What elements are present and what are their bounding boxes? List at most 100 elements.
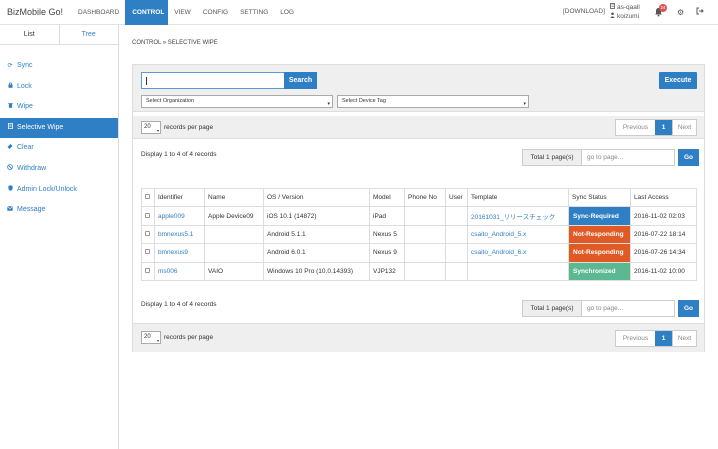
- logout-icon[interactable]: [696, 7, 704, 17]
- identifier-link[interactable]: ms006: [154, 261, 205, 281]
- col-user[interactable]: User: [445, 187, 468, 208]
- search-input[interactable]: [141, 72, 288, 89]
- nav-control[interactable]: CONTROL: [125, 0, 169, 25]
- nav-config[interactable]: CONFIG: [197, 0, 234, 25]
- col-last-access[interactable]: Last Access: [630, 187, 697, 208]
- previous-page-button[interactable]: Previous: [616, 331, 655, 346]
- table-row: ms006 VAIO Windows 10 Pro (10.0.14393) V…: [141, 261, 697, 281]
- row-select-cell[interactable]: [141, 243, 155, 263]
- user-block[interactable]: as-qaall koizumi: [610, 3, 640, 28]
- status-badge: Not-Responding: [568, 243, 631, 263]
- col-identifier[interactable]: Identifier: [154, 187, 205, 208]
- select-all-cell[interactable]: [141, 187, 155, 208]
- template-link[interactable]: csaito_Android_5.x: [467, 224, 569, 245]
- sidebar-item-sync[interactable]: ⟳ Sync: [0, 56, 118, 77]
- total-pages-label: Total 1 page(s): [522, 149, 582, 166]
- identifier-link[interactable]: bmnexus5.1: [154, 224, 205, 245]
- goto-page-input[interactable]: go to page...: [582, 300, 675, 317]
- row-select-cell[interactable]: [141, 224, 155, 245]
- phone-no: [404, 206, 446, 226]
- template-link[interactable]: 20161031_リリースチェック: [467, 206, 569, 226]
- col-template[interactable]: Template: [467, 187, 569, 208]
- select-all-checkbox[interactable]: [145, 194, 150, 200]
- col-model[interactable]: Model: [369, 187, 405, 208]
- pagination-top: Previous 1 Next: [615, 119, 697, 136]
- sidebar-item-message[interactable]: Message: [0, 200, 118, 221]
- col-phone[interactable]: Phone No: [404, 187, 446, 208]
- col-os[interactable]: OS / Version: [263, 187, 370, 208]
- goto-page-input[interactable]: go to page...: [582, 149, 675, 166]
- pagination-bottom: Previous 1 Next: [615, 330, 697, 347]
- sidebar-item-label: Lock: [17, 82, 32, 90]
- row-select-cell[interactable]: [141, 206, 155, 226]
- records-per-page-value: 20: [144, 334, 151, 340]
- last-access: 2016-11-02 02:03: [630, 206, 697, 226]
- records-per-page-select[interactable]: 20 ▾: [141, 331, 161, 344]
- row-checkbox[interactable]: [145, 230, 150, 236]
- goto-page-top: Total 1 page(s) go to page... Go: [522, 149, 699, 166]
- model: Nexus 9: [369, 243, 405, 263]
- search-button[interactable]: Search: [284, 72, 317, 89]
- template-link[interactable]: csaito_Android_6.x: [467, 243, 569, 263]
- go-button[interactable]: Go: [678, 149, 699, 166]
- previous-page-button[interactable]: Previous: [616, 120, 655, 135]
- nav-log[interactable]: LOG: [274, 0, 300, 25]
- current-page-button[interactable]: 1: [655, 331, 672, 346]
- current-page-button[interactable]: 1: [655, 120, 672, 135]
- sidebar-item-withdraw[interactable]: Withdraw: [0, 159, 118, 180]
- sidebar-item-clear[interactable]: Clear: [0, 138, 118, 159]
- app-brand[interactable]: BizMobile Go!: [7, 7, 63, 17]
- row-checkbox[interactable]: [145, 267, 150, 273]
- col-sync-status[interactable]: Sync Status: [568, 187, 631, 208]
- records-per-page-label: records per page: [164, 124, 214, 131]
- sidebar-item-label: Message: [17, 206, 46, 214]
- nav-view[interactable]: VIEW: [168, 0, 197, 25]
- sidebar-item-label: Clear: [17, 144, 34, 152]
- sidebar-item-label: Sync: [17, 62, 33, 69]
- organization-select[interactable]: Select Organization ▾: [141, 95, 333, 108]
- sidebar-item-admin-lock[interactable]: Admin Lock/Unlock: [0, 180, 118, 201]
- col-name[interactable]: Name: [204, 187, 264, 208]
- records-per-page-value: 20: [144, 124, 151, 130]
- lock-icon: [7, 77, 13, 98]
- device-tag-select[interactable]: Select Device Tag ▾: [337, 95, 529, 108]
- phone-no: [404, 224, 446, 245]
- ban-icon: [7, 159, 13, 180]
- download-link[interactable]: [DOWNLOAD]: [563, 8, 605, 33]
- device-table: Identifier Name OS / Version Model Phone…: [141, 187, 697, 281]
- records-per-page: 20 ▾ records per page: [141, 331, 213, 344]
- identifier-link[interactable]: bmnexus9: [154, 243, 205, 263]
- sidebar-menu: ⟳ Sync Lock Wipe Selective Wipe Clear Wi…: [0, 56, 118, 221]
- nav-setting[interactable]: SETTING: [234, 0, 274, 25]
- device-name: [204, 224, 264, 245]
- user-icon: [610, 12, 615, 21]
- tab-tree[interactable]: Tree: [59, 25, 118, 44]
- organization-select-value: Select Organization: [146, 98, 194, 104]
- tab-list[interactable]: List: [0, 25, 60, 44]
- device-name: VAIO: [204, 261, 264, 281]
- phone-no: [404, 261, 446, 281]
- row-checkbox[interactable]: [145, 249, 150, 255]
- go-button[interactable]: Go: [678, 300, 699, 317]
- sidebar-item-selective-wipe[interactable]: Selective Wipe: [0, 117, 118, 139]
- gear-icon[interactable]: ⚙: [677, 8, 684, 17]
- identifier-link[interactable]: apple009: [154, 206, 205, 226]
- sync-icon: ⟳: [7, 63, 13, 69]
- nav-dashboard[interactable]: DASHBOARD: [72, 0, 125, 25]
- next-page-button[interactable]: Next: [672, 331, 696, 346]
- next-page-button[interactable]: Next: [672, 120, 696, 135]
- records-per-page-label: records per page: [164, 334, 214, 341]
- execute-button[interactable]: Execute: [659, 72, 697, 89]
- sidebar-item-label: Wipe: [17, 103, 33, 111]
- display-info-top: Display 1 to 4 of 4 records: [141, 151, 217, 158]
- template-link[interactable]: [467, 261, 569, 281]
- records-per-page-select[interactable]: 20 ▾: [141, 121, 161, 134]
- sidebar-item-wipe[interactable]: Wipe: [0, 97, 118, 118]
- row-checkbox[interactable]: [145, 212, 150, 218]
- device-tag-select-value: Select Device Tag: [342, 98, 386, 104]
- user: [445, 243, 468, 263]
- sidebar-item-lock[interactable]: Lock: [0, 77, 118, 98]
- chevron-down-icon: ▾: [523, 101, 526, 107]
- row-select-cell[interactable]: [141, 261, 155, 281]
- sidebar-item-label: Withdraw: [17, 164, 47, 172]
